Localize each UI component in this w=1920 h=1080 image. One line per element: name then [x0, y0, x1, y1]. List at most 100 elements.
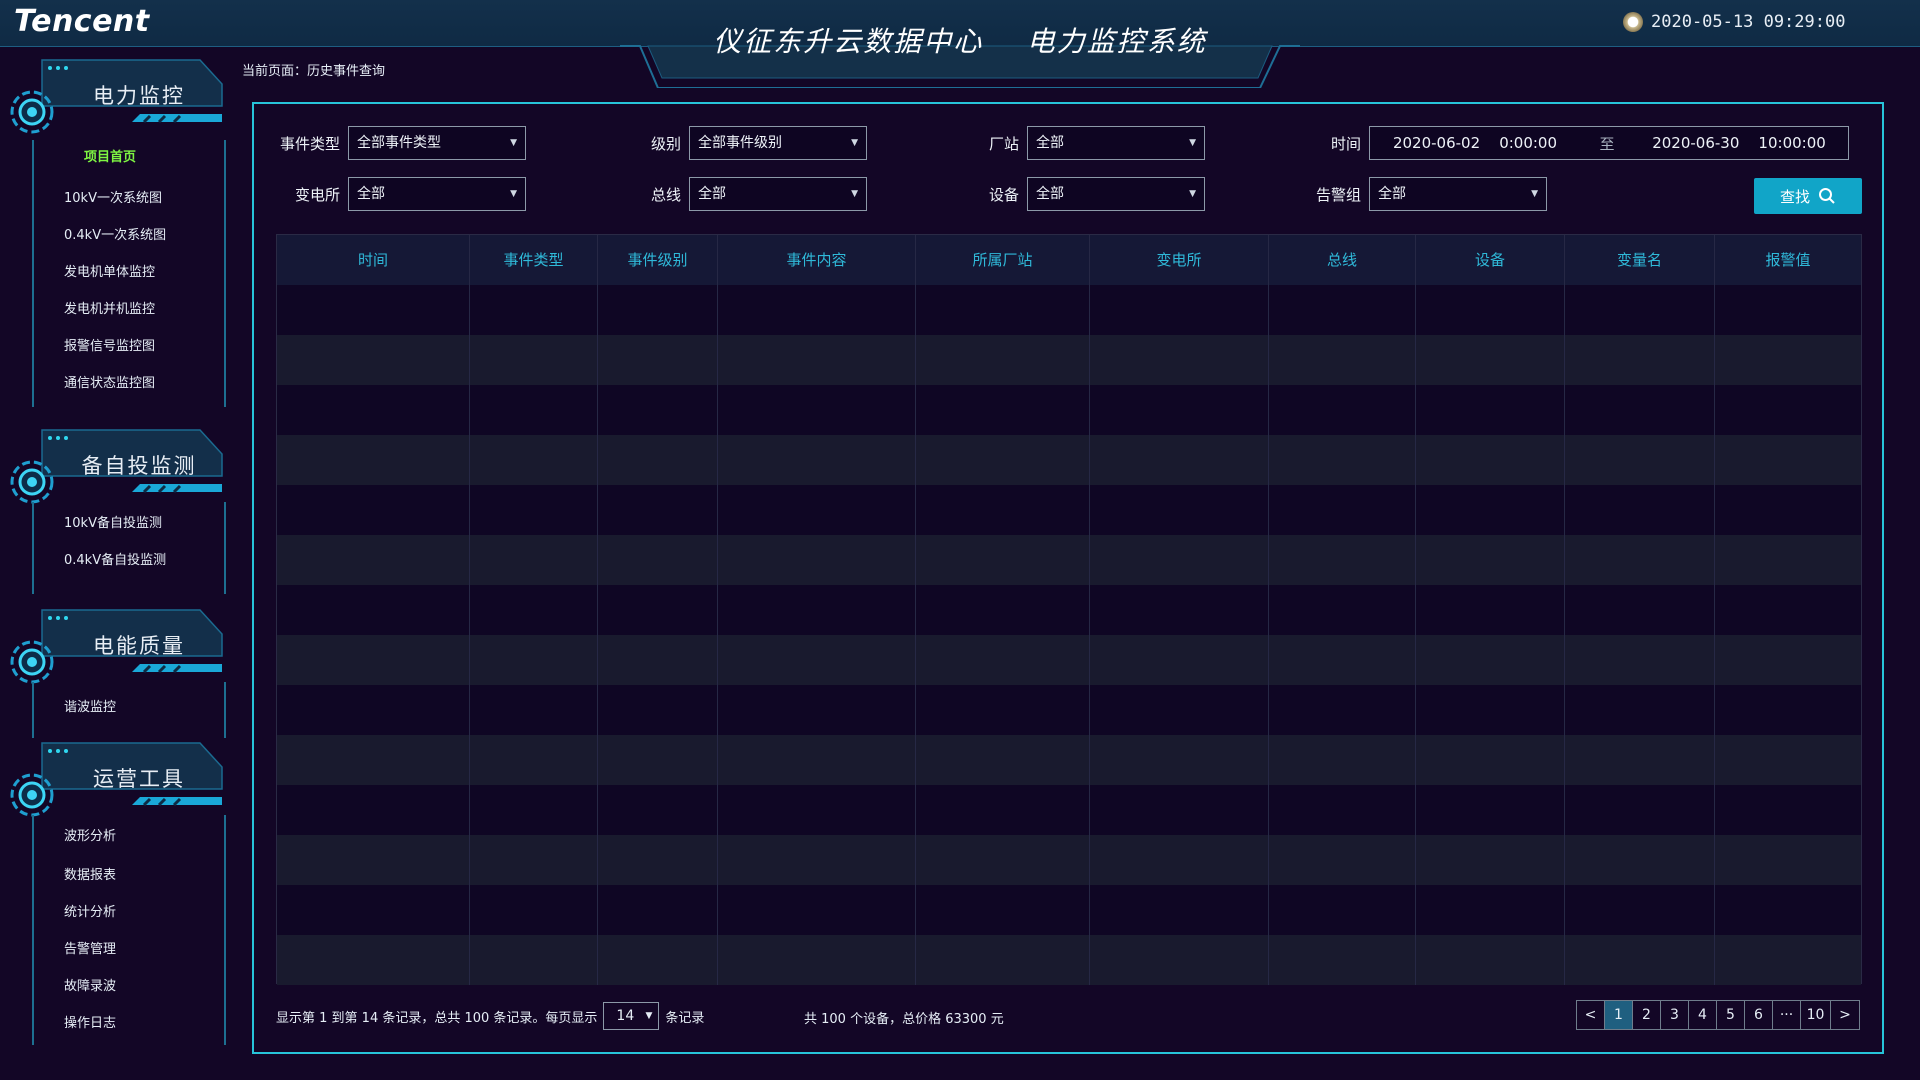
nav-item-operation-log[interactable]: 操作日志 [34, 1005, 224, 1042]
alarm-group-select[interactable]: 全部 ▼ [1369, 177, 1547, 211]
table-cell [1090, 735, 1269, 785]
table-cell [718, 935, 916, 985]
page-button[interactable]: 4 [1689, 1001, 1717, 1029]
nav-item-10kv-backup[interactable]: 10kV备自投监测 [34, 502, 224, 542]
page-size-select[interactable]: 14 ▼ [603, 1002, 660, 1030]
dropdown-arrow-icon: ▼ [510, 138, 517, 148]
column-header[interactable]: 事件内容 [718, 235, 916, 285]
table-cell [1416, 535, 1565, 585]
table-cell [1416, 735, 1565, 785]
table-row[interactable] [277, 535, 1861, 585]
table-row[interactable] [277, 635, 1861, 685]
nav-item-data-report[interactable]: 数据报表 [34, 857, 224, 894]
page-button[interactable]: 3 [1661, 1001, 1689, 1029]
nav-item-alarm-mgmt[interactable]: 告警管理 [34, 931, 224, 968]
search-button[interactable]: 查找 [1754, 178, 1862, 214]
time-range-input[interactable]: 2020-06-02 0:00:00 至 2020-06-30 10:00:00 [1369, 126, 1849, 160]
table-cell [718, 885, 916, 935]
nav-section-header[interactable]: 电力监控 [0, 58, 230, 143]
bus-label: 总线 [650, 185, 681, 204]
device-select[interactable]: 全部 ▼ [1027, 177, 1205, 211]
table-cell [1565, 885, 1715, 935]
event-type-select[interactable]: 全部事件类型 ▼ [348, 126, 526, 160]
table-cell [470, 285, 598, 335]
nav-item-04kv-diagram[interactable]: 0.4kV一次系统图 [34, 217, 224, 254]
table-row[interactable] [277, 835, 1861, 885]
table-cell [1565, 435, 1715, 485]
nav-item-harmonic[interactable]: 谐波监控 [34, 682, 224, 734]
table-cell [277, 735, 470, 785]
title-banner: 仪征东升云数据中心 电力监控系统 [620, 0, 1300, 88]
column-header[interactable]: 事件类型 [470, 235, 598, 285]
table-cell [1269, 785, 1416, 835]
column-header[interactable]: 变电所 [1090, 235, 1269, 285]
table-cell [1090, 335, 1269, 385]
end-datetime[interactable]: 2020-06-30 10:00:00 [1634, 134, 1844, 152]
nav-item-generator-single[interactable]: 发电机单体监控 [34, 254, 224, 291]
substation-select[interactable]: 全部 ▼ [348, 177, 526, 211]
page-button[interactable]: 6 [1745, 1001, 1773, 1029]
page-button[interactable]: 10 [1801, 1001, 1831, 1029]
page-button[interactable]: 1 [1605, 1001, 1633, 1029]
table-cell [1269, 435, 1416, 485]
bus-select[interactable]: 全部 ▼ [689, 177, 867, 211]
table-row[interactable] [277, 335, 1861, 385]
table-row[interactable] [277, 785, 1861, 835]
nav-item-alarm-signal[interactable]: 报警信号监控图 [34, 328, 224, 365]
start-datetime[interactable]: 2020-06-02 0:00:00 [1370, 134, 1580, 152]
table-cell [598, 285, 718, 335]
table-row[interactable] [277, 585, 1861, 635]
nav-item-comm-status[interactable]: 通信状态监控图 [34, 365, 224, 402]
nav-item-generator-parallel[interactable]: 发电机并机监控 [34, 291, 224, 328]
table-row[interactable] [277, 285, 1861, 335]
nav-item-statistics[interactable]: 统计分析 [34, 894, 224, 931]
table-row[interactable] [277, 685, 1861, 735]
nav-item-10kv-diagram[interactable]: 10kV一次系统图 [34, 180, 224, 217]
level-select[interactable]: 全部事件级别 ▼ [689, 126, 867, 160]
table-cell [1715, 835, 1861, 885]
substation-value: 全部 [357, 186, 385, 202]
filter-row-1: 事件类型 全部事件类型 ▼ 级别 全部事件级别 ▼ 厂站 全部 ▼ 时间 202… [276, 126, 1849, 160]
table-cell [1269, 535, 1416, 585]
table-row[interactable] [277, 485, 1861, 535]
column-header[interactable]: 总线 [1269, 235, 1416, 285]
table-cell [598, 785, 718, 835]
table-cell [718, 535, 916, 585]
table-row[interactable] [277, 735, 1861, 785]
page-button[interactable]: 5 [1717, 1001, 1745, 1029]
column-header[interactable]: 报警值 [1715, 235, 1861, 285]
table-cell [1715, 735, 1861, 785]
plant-select[interactable]: 全部 ▼ [1027, 126, 1205, 160]
nav-section-header[interactable]: 运营工具 [0, 741, 230, 826]
column-header[interactable]: 时间 [277, 235, 470, 285]
table-row[interactable] [277, 885, 1861, 935]
nav-item-04kv-backup[interactable]: 0.4kV备自投监测 [34, 542, 224, 579]
table-cell [1416, 385, 1565, 435]
nav-section-header[interactable]: 备自投监测 [0, 428, 230, 513]
pagination: < 1 2 3 4 5 6 ··· 10 > [1576, 1000, 1860, 1030]
clock-icon [1623, 12, 1643, 32]
column-header[interactable]: 设备 [1416, 235, 1565, 285]
table-cell [277, 335, 470, 385]
table-row[interactable] [277, 435, 1861, 485]
column-header[interactable]: 变量名 [1565, 235, 1715, 285]
nav-item-fault-recording[interactable]: 故障录波 [34, 968, 224, 1005]
table-cell [598, 635, 718, 685]
table-cell [1416, 935, 1565, 985]
table-cell [470, 435, 598, 485]
table-cell [916, 435, 1090, 485]
column-header[interactable]: 事件级别 [598, 235, 718, 285]
page-button[interactable]: 2 [1633, 1001, 1661, 1029]
table-cell [1715, 535, 1861, 585]
table-cell [916, 385, 1090, 435]
table-row[interactable] [277, 385, 1861, 435]
table-cell [1715, 485, 1861, 535]
table-row[interactable] [277, 935, 1861, 985]
table-cell [1090, 385, 1269, 435]
nav-item-waveform[interactable]: 波形分析 [34, 815, 224, 857]
prev-page-button[interactable]: < [1577, 1001, 1605, 1029]
column-header[interactable]: 所属厂站 [916, 235, 1090, 285]
nav-section-header[interactable]: 电能质量 [0, 608, 230, 693]
next-page-button[interactable]: > [1831, 1001, 1859, 1029]
nav-item-project-home[interactable]: 项目首页 [34, 140, 224, 180]
